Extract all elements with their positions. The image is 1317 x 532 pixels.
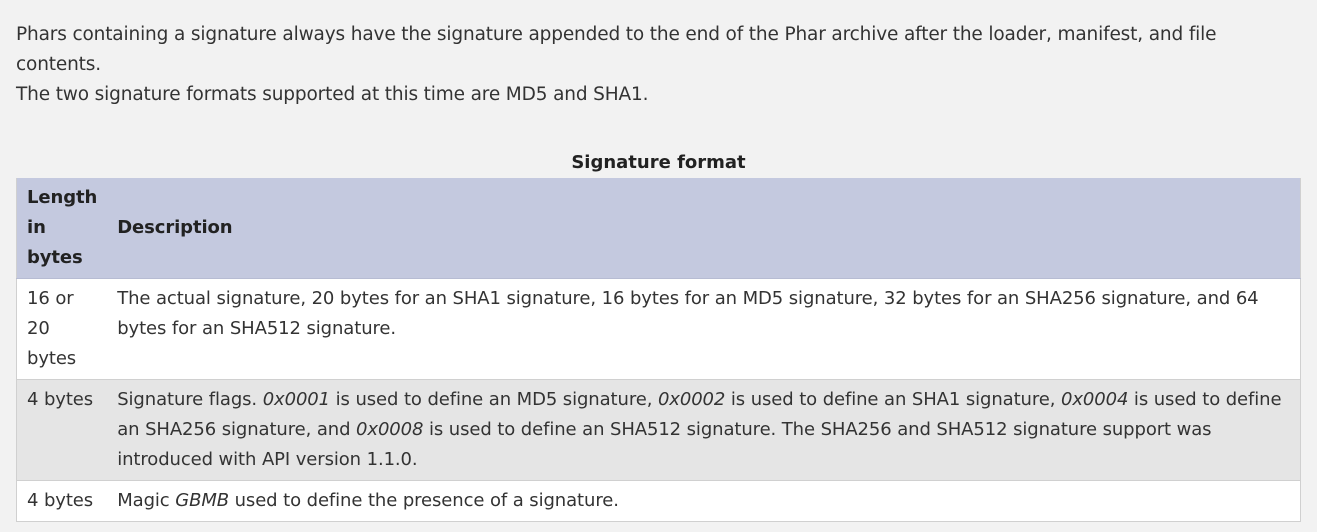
flag-code: 0x0008	[356, 419, 424, 440]
magic-code: GBMB	[175, 490, 229, 511]
table-header-row: Length in bytes Description	[16, 178, 1301, 279]
intro-line-2: The two signature formats supported at t…	[16, 84, 649, 105]
table-row: 4 bytes Magic GBMB used to define the pr…	[16, 480, 1301, 522]
text-segment: Signature flags.	[117, 389, 263, 410]
flag-code: 0x0002	[657, 389, 726, 410]
row-description: The actual signature, 20 bytes for an SH…	[107, 278, 1301, 380]
header-length: Length in bytes	[16, 178, 108, 279]
text-segment: is used to define an MD5 signature,	[330, 389, 658, 410]
text-segment: used to define the presence of a signatu…	[229, 490, 619, 511]
row-length: 4 bytes	[16, 480, 108, 522]
table-caption: Signature format	[571, 152, 746, 173]
text-segment: Magic	[117, 490, 176, 511]
row-description: Signature flags. 0x0001 is used to defin…	[107, 379, 1301, 481]
table-row: 16 or 20 bytes The actual signature, 20 …	[16, 278, 1301, 380]
intro-paragraph: Phars containing a signature always have…	[16, 0, 1301, 110]
article-content: Phars containing a signature always have…	[0, 0, 1317, 522]
intro-line-1: Phars containing a signature always have…	[16, 24, 1217, 75]
row-description: Magic GBMB used to define the presence o…	[107, 480, 1301, 522]
text-segment: is used to define an SHA1 signature,	[725, 389, 1061, 410]
flag-code: 0x0001	[262, 389, 331, 410]
signature-format-table: Length in bytes Description 16 or 20 byt…	[16, 178, 1301, 522]
flag-code: 0x0004	[1060, 389, 1129, 410]
header-description: Description	[107, 178, 1301, 279]
table-row: 4 bytes Signature flags. 0x0001 is used …	[16, 379, 1301, 481]
row-length: 4 bytes	[16, 379, 108, 481]
row-length: 16 or 20 bytes	[16, 278, 108, 380]
